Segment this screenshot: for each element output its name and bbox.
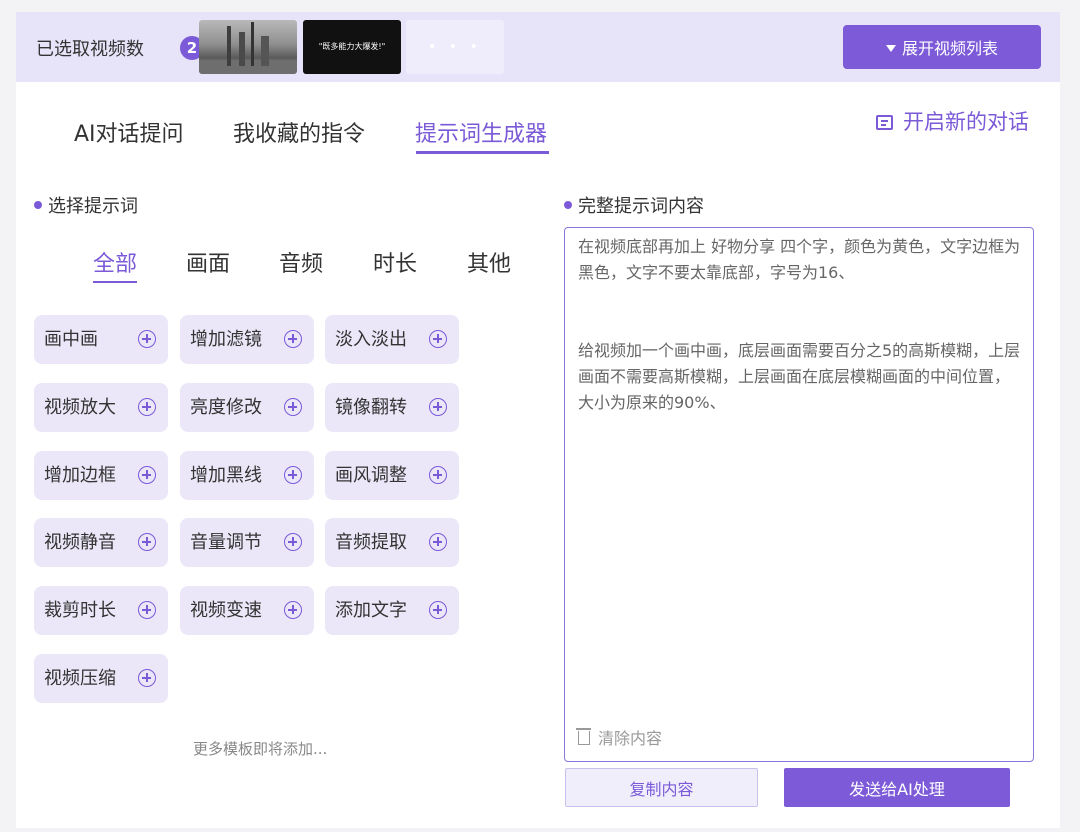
full-prompt-title: 完整提示词内容 [564, 192, 704, 218]
prompt-paragraph-1: 在视频底部再加上 好物分享 四个字，颜色为黄色，文字边框为黑色，文字不要太靠底部… [578, 237, 1021, 282]
main-panel: AI对话提问 我收藏的指令 提示词生成器 开启新的对话 选择提示词 全部 画面 … [16, 82, 1060, 828]
chip-label: 画风调整 [335, 465, 407, 486]
prompt-chip[interactable]: 音频提取 [325, 518, 459, 567]
tab-ai-chat[interactable]: AI对话提问 [74, 116, 184, 148]
full-prompt-title-text: 完整提示词内容 [578, 196, 704, 217]
bullet-dot [34, 201, 42, 209]
selected-videos-bar: 已选取视频数 2 "既多能力大爆发!" • • • 展开视频列表 [16, 12, 1060, 82]
category-audio[interactable]: 音频 [279, 246, 323, 278]
prompt-chip[interactable]: 视频静音 [34, 518, 168, 567]
chip-label: 画中画 [44, 329, 98, 350]
add-circle-icon [138, 533, 156, 551]
expand-video-list-label: 展开视频列表 [901, 39, 998, 58]
category-other[interactable]: 其他 [467, 246, 511, 278]
add-circle-icon [138, 330, 156, 348]
prompt-chip[interactable]: 画风调整 [325, 451, 459, 500]
new-chat-button[interactable]: 开启新的对话 [876, 106, 1029, 136]
expand-video-list-button[interactable]: 展开视频列表 [843, 25, 1041, 69]
add-circle-icon [284, 533, 302, 551]
prompt-chip[interactable]: 添加文字 [325, 586, 459, 635]
selected-videos-label: 已选取视频数 [36, 39, 144, 60]
category-duration[interactable]: 时长 [373, 246, 417, 278]
chip-label: 音量调节 [190, 532, 262, 553]
category-picture[interactable]: 画面 [186, 246, 230, 278]
tab-prompt-generator[interactable]: 提示词生成器 [415, 116, 547, 148]
chip-label: 添加文字 [335, 600, 407, 621]
prompt-chip[interactable]: 增加黑线 [180, 451, 314, 500]
more-videos-placeholder[interactable]: • • • [406, 20, 504, 74]
prompt-chip[interactable]: 视频放大 [34, 383, 168, 432]
add-circle-icon [429, 533, 447, 551]
add-circle-icon [429, 398, 447, 416]
active-tab-indicator [416, 151, 549, 154]
chip-label: 音频提取 [335, 532, 407, 553]
chip-label: 视频静音 [44, 532, 116, 553]
video-thumbnail-2[interactable]: "既多能力大爆发!" [303, 20, 401, 74]
new-chat-label: 开启新的对话 [903, 110, 1029, 134]
chip-label: 视频放大 [44, 397, 116, 418]
trash-icon [576, 728, 591, 745]
chip-label: 增加边框 [44, 465, 116, 486]
tab-bar: AI对话提问 我收藏的指令 提示词生成器 开启新的对话 [16, 82, 1060, 172]
more-dots: • • • [428, 39, 482, 55]
add-circle-icon [284, 601, 302, 619]
category-all[interactable]: 全部 [93, 246, 137, 278]
send-to-ai-button[interactable]: 发送给AI处理 [784, 768, 1010, 807]
add-circle-icon [138, 398, 156, 416]
select-prompt-title: 选择提示词 [34, 192, 138, 218]
prompt-chip[interactable]: 淡入淡出 [325, 315, 459, 364]
chip-label: 淡入淡出 [335, 329, 407, 350]
add-circle-icon [429, 330, 447, 348]
prompt-content-textarea[interactable]: 在视频底部再加上 好物分享 四个字，颜色为黄色，文字边框为黑色，文字不要太靠底部… [564, 227, 1034, 762]
add-circle-icon [284, 330, 302, 348]
prompt-chip[interactable]: 镜像翻转 [325, 383, 459, 432]
copy-content-button[interactable]: 复制内容 [565, 768, 758, 807]
add-circle-icon [429, 466, 447, 484]
video-thumbnail-1[interactable] [199, 20, 297, 74]
add-circle-icon [138, 669, 156, 687]
prompt-chip[interactable]: 画中画 [34, 315, 168, 364]
thumbnail-caption: "既多能力大爆发!" [318, 42, 386, 51]
chip-label: 增加黑线 [190, 465, 262, 486]
chip-label: 亮度修改 [190, 397, 262, 418]
select-prompt-title-text: 选择提示词 [48, 196, 138, 217]
add-circle-icon [138, 466, 156, 484]
prompt-chip[interactable]: 亮度修改 [180, 383, 314, 432]
chip-label: 镜像翻转 [335, 397, 407, 418]
prompt-paragraph-2: 给视频加一个画中画，底层画面需要百分之5的高斯模糊，上层画面不需要高斯模糊，上层… [578, 341, 1021, 412]
more-templates-note: 更多模板即将添加... [193, 740, 328, 758]
prompt-chip[interactable]: 音量调节 [180, 518, 314, 567]
prompt-chip[interactable]: 裁剪时长 [34, 586, 168, 635]
clear-content-button[interactable]: 清除内容 [576, 725, 663, 749]
chip-label: 增加滤镜 [190, 329, 262, 350]
chip-label: 视频变速 [190, 600, 262, 621]
chip-label: 裁剪时长 [44, 600, 116, 621]
add-circle-icon [429, 601, 447, 619]
add-circle-icon [284, 466, 302, 484]
prompt-chip[interactable]: 增加边框 [34, 451, 168, 500]
bullet-dot [564, 201, 572, 209]
prompt-chip[interactable]: 视频压缩 [34, 654, 168, 703]
active-category-indicator [93, 281, 137, 283]
prompt-chip[interactable]: 视频变速 [180, 586, 314, 635]
chat-icon [876, 115, 893, 130]
chip-label: 视频压缩 [44, 668, 116, 689]
tab-saved-commands[interactable]: 我收藏的指令 [233, 116, 365, 148]
clear-content-label: 清除内容 [598, 729, 663, 748]
caret-down-icon [885, 45, 896, 52]
add-circle-icon [138, 601, 156, 619]
prompt-chip[interactable]: 增加滤镜 [180, 315, 314, 364]
add-circle-icon [284, 398, 302, 416]
